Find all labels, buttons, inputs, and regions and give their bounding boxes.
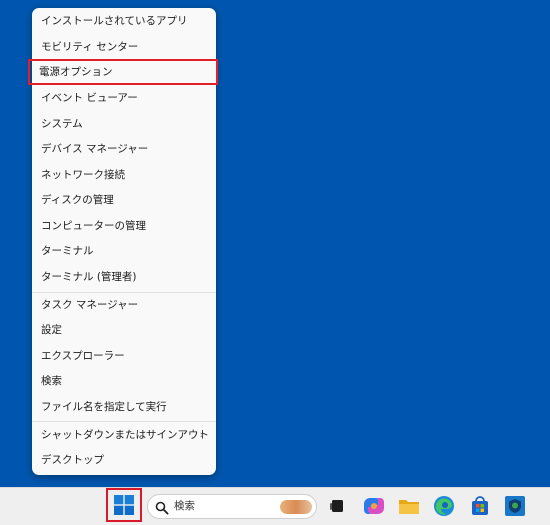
menu-item-shutdown-signout[interactable]: シャットダウンまたはサインアウト › <box>32 424 216 446</box>
menu-item-mobility-center[interactable]: モビリティ センター <box>32 36 216 58</box>
context-menu: インストールされているアプリ モビリティ センター 電源オプション イベント ビ… <box>28 8 218 475</box>
search-highlight-image <box>280 500 312 514</box>
menu-separator <box>32 292 216 293</box>
menu-item-file-explorer[interactable]: エクスプローラー <box>32 345 216 367</box>
menu-item-run[interactable]: ファイル名を指定して実行 <box>32 396 216 418</box>
menu-item-system[interactable]: システム <box>32 113 216 135</box>
menu-separator <box>32 421 216 422</box>
file-explorer-icon[interactable] <box>397 494 421 518</box>
menu-item-label: シャットダウンまたはサインアウト <box>41 429 209 441</box>
menu-item-device-manager[interactable]: デバイス マネージャー <box>32 138 216 160</box>
chevron-right-icon: › <box>199 428 204 441</box>
security-icon[interactable] <box>503 494 527 518</box>
menu-item-task-manager[interactable]: タスク マネージャー <box>32 294 216 316</box>
menu-item-disk-management[interactable]: ディスクの管理 <box>32 189 216 211</box>
task-view-icon[interactable] <box>326 494 350 518</box>
start-icon[interactable] <box>114 495 134 515</box>
edge-icon[interactable] <box>432 494 456 518</box>
search-box[interactable]: 検索 <box>147 494 317 519</box>
menu-item-desktop[interactable]: デスクトップ <box>32 449 216 471</box>
menu-item-network-connections[interactable]: ネットワーク接続 <box>32 164 216 186</box>
menu-item-installed-apps[interactable]: インストールされているアプリ <box>32 10 216 32</box>
menu-item-search[interactable]: 検索 <box>32 370 216 392</box>
menu-item-event-viewer[interactable]: イベント ビューアー <box>32 87 216 109</box>
search-icon <box>155 500 169 515</box>
menu-item-terminal-admin[interactable]: ターミナル (管理者) <box>32 266 216 288</box>
menu-item-computer-management[interactable]: コンピューターの管理 <box>32 215 216 237</box>
copilot-icon[interactable] <box>362 494 386 518</box>
menu-item-terminal[interactable]: ターミナル <box>32 240 216 262</box>
store-icon[interactable] <box>468 494 492 518</box>
menu-item-power-options[interactable]: 電源オプション <box>28 59 218 85</box>
menu-item-settings[interactable]: 設定 <box>32 319 216 341</box>
search-placeholder: 検索 <box>174 500 195 512</box>
